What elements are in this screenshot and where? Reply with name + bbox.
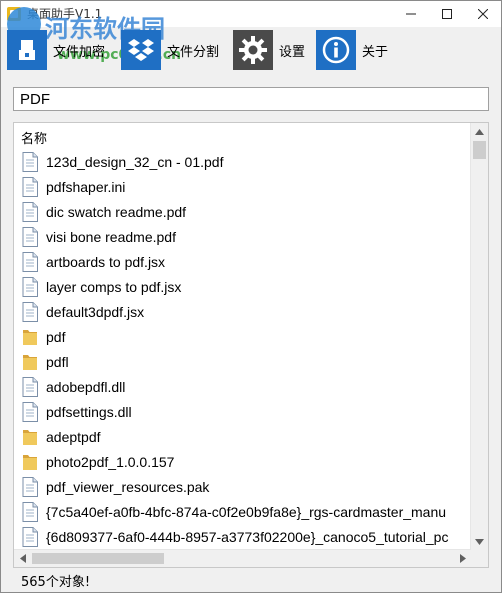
list-item[interactable]: pdfshaper.ini [21, 174, 471, 199]
file-icon [21, 376, 39, 397]
list-item-label: visi bone readme.pdf [46, 228, 176, 245]
list-item[interactable]: adeptpdf [21, 424, 471, 449]
file-icon [21, 151, 39, 172]
list-item-label: dic swatch readme.pdf [46, 203, 187, 220]
list-item-label: {6d809377-6af0-444b-8957-a3773f02200e}_c… [46, 528, 449, 545]
list-rows: 123d_design_32_cn - 01.pdf pdfshaper.ini… [21, 149, 471, 549]
info-icon [316, 30, 356, 70]
list-item-label: default3dpdf.jsx [46, 303, 145, 320]
list-item-label: pdf_viewer_resources.pak [46, 478, 210, 495]
file-encrypt-icon [7, 30, 47, 70]
list-item[interactable]: default3dpdf.jsx [21, 299, 471, 324]
dropbox-split-icon [121, 30, 161, 70]
file-icon [21, 201, 39, 222]
file-icon [21, 176, 39, 197]
minimize-button[interactable] [393, 1, 429, 27]
file-split-label: 文件分割 [167, 44, 220, 60]
list-item[interactable]: {7c5a40ef-a0fb-4bfc-874a-c0f2e0b9fa8e}_r… [21, 499, 471, 524]
settings-label: 设置 [279, 44, 306, 60]
file-icon [21, 226, 39, 247]
file-encrypt-button[interactable]: 文件加密 [7, 29, 105, 71]
title-bar[interactable]: 桌面助手V1.1 河东软件园 www.pc0359.cn [1, 1, 501, 63]
list-item[interactable]: pdfl [21, 349, 471, 374]
scroll-up-button[interactable] [471, 123, 488, 140]
horizontal-scroll-thumb[interactable] [32, 553, 164, 564]
list-item-label: pdf [46, 328, 66, 345]
list-item[interactable]: pdf [21, 324, 471, 349]
file-icon [21, 401, 39, 422]
folder-icon [21, 451, 39, 472]
close-button[interactable] [465, 1, 501, 27]
list-item[interactable]: {6d809377-6af0-444b-8957-a3773f02200e}_c… [21, 524, 471, 549]
list-item-label: pdfshaper.ini [46, 178, 126, 195]
file-icon [21, 301, 39, 322]
about-button[interactable]: 关于 [316, 29, 388, 71]
file-icon [21, 501, 39, 522]
list-item[interactable]: pdf_viewer_resources.pak [21, 474, 471, 499]
list-item[interactable]: pdfsettings.dll [21, 399, 471, 424]
scrollbar-corner [471, 550, 488, 567]
settings-button[interactable]: 设置 [233, 29, 305, 71]
list-item[interactable]: artboards to pdf.jsx [21, 249, 471, 274]
about-label: 关于 [362, 44, 389, 60]
vertical-scroll-thumb[interactable] [473, 141, 486, 159]
chevron-up-icon [475, 128, 484, 135]
maximize-icon [442, 9, 452, 19]
list-item[interactable]: dic swatch readme.pdf [21, 199, 471, 224]
list-item-label: photo2pdf_1.0.0.157 [46, 453, 175, 470]
horizontal-scrollbar[interactable] [14, 549, 471, 567]
scroll-left-button[interactable] [14, 550, 31, 567]
list-item-label: adeptpdf [46, 428, 101, 445]
folder-icon [21, 426, 39, 447]
list-item[interactable]: visi bone readme.pdf [21, 224, 471, 249]
file-icon [21, 251, 39, 272]
folder-icon [21, 326, 39, 347]
column-header-name[interactable]: 名称 [21, 128, 47, 147]
minimize-icon [406, 13, 416, 15]
close-icon [478, 9, 488, 19]
chevron-left-icon [19, 554, 26, 563]
list-item-label: layer comps to pdf.jsx [46, 278, 182, 295]
chevron-down-icon [475, 538, 484, 545]
list-item[interactable]: photo2pdf_1.0.0.157 [21, 449, 471, 474]
vertical-scrollbar[interactable] [470, 123, 488, 550]
list-item-label: pdfl [46, 353, 69, 370]
list-item-label: adobepdfl.dll [46, 378, 126, 395]
list-item[interactable]: adobepdfl.dll [21, 374, 471, 399]
list-item-label: {7c5a40ef-a0fb-4bfc-874a-c0f2e0b9fa8e}_r… [46, 503, 447, 520]
search-input[interactable] [13, 87, 489, 111]
list-item[interactable]: layer comps to pdf.jsx [21, 274, 471, 299]
status-text: 565个对象! [21, 575, 91, 590]
file-icon [21, 526, 39, 547]
maximize-button[interactable] [429, 1, 465, 27]
scroll-down-button[interactable] [471, 533, 488, 550]
file-icon [21, 476, 39, 497]
list-item-label: artboards to pdf.jsx [46, 253, 166, 270]
scroll-right-button[interactable] [454, 550, 471, 567]
file-list[interactable]: 名称 123d_design_32_cn - 01.pdf pdfshaper.… [13, 122, 489, 568]
list-item-label: 123d_design_32_cn - 01.pdf [46, 153, 224, 170]
list-item-label: pdfsettings.dll [46, 403, 132, 420]
file-icon [21, 276, 39, 297]
folder-icon [21, 351, 39, 372]
app-window: 桌面助手V1.1 河东软件园 www.pc0359.cn 文件加密 文件分割 设… [0, 0, 502, 593]
file-split-button[interactable]: 文件分割 [121, 29, 219, 71]
chevron-right-icon [459, 554, 466, 563]
list-item[interactable]: 123d_design_32_cn - 01.pdf [21, 149, 471, 174]
file-encrypt-label: 文件加密 [53, 44, 106, 60]
gear-icon [233, 30, 273, 70]
